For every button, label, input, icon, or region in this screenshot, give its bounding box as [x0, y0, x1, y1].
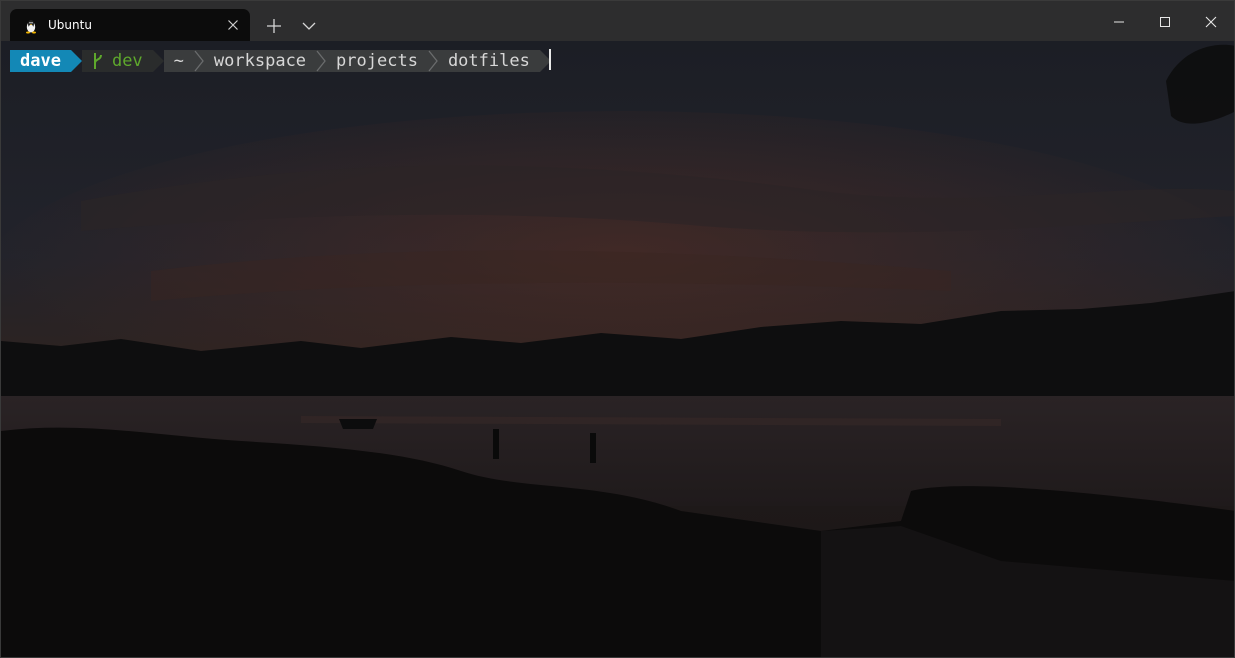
path-chevron-icon	[316, 50, 326, 72]
close-window-button[interactable]	[1197, 9, 1225, 35]
shell-prompt: dave dev ~ workspace projects dotfiles	[10, 50, 551, 72]
tab-ubuntu[interactable]: Ubuntu	[10, 9, 250, 42]
title-bar[interactable]: Ubuntu	[1, 1, 1234, 42]
terminal-window: Ubuntu dave dev ~ workspace projects dot…	[0, 0, 1235, 658]
path-part: workspace	[213, 51, 307, 71]
powerline-separator	[70, 50, 82, 72]
tab-dropdown-button[interactable]	[300, 17, 318, 35]
path-part: dotfiles	[447, 51, 530, 71]
path-part: projects	[336, 51, 418, 71]
maximize-button[interactable]	[1151, 9, 1179, 35]
prompt-user: dave	[20, 51, 61, 71]
powerline-separator	[152, 50, 164, 72]
prompt-branch: dev	[111, 51, 143, 71]
path-part: ~	[173, 51, 184, 71]
prompt-git-segment: dev	[81, 50, 153, 72]
prompt-user-segment: dave	[10, 50, 71, 72]
new-tab-button[interactable]	[265, 17, 283, 35]
path-chevron-icon	[194, 50, 204, 72]
tab-title: Ubuntu	[48, 18, 92, 32]
tux-penguin-icon	[26, 20, 36, 34]
tab-close-icon[interactable]	[225, 17, 241, 33]
terminal-pane[interactable]: dave dev ~ workspace projects dotfiles	[1, 41, 1234, 657]
text-cursor	[549, 49, 551, 70]
git-branch-icon	[93, 53, 102, 69]
background-landscape-image	[1, 41, 1234, 657]
minimize-button[interactable]	[1105, 9, 1133, 35]
prompt-path-segment: ~ workspace projects dotfiles	[163, 50, 540, 72]
path-chevron-icon	[428, 50, 438, 72]
